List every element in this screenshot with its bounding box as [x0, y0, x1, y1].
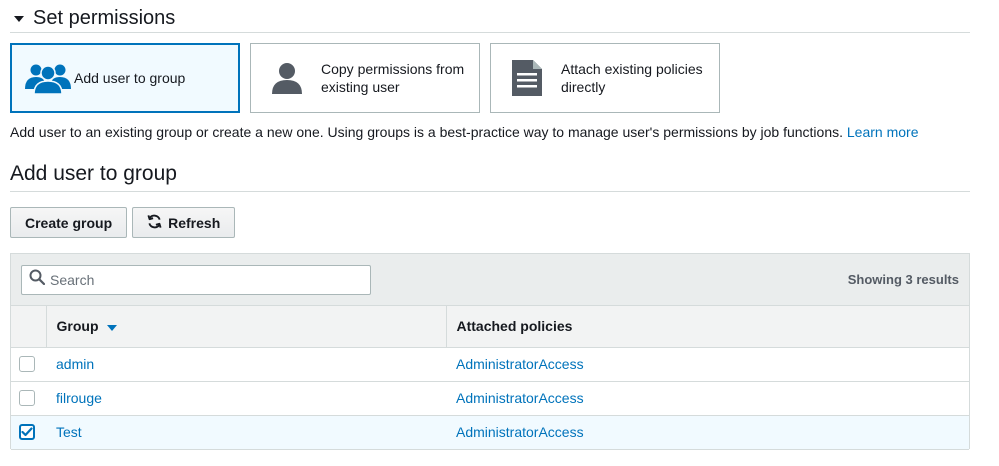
- group-column-label: Group: [56, 318, 99, 335]
- attach-policies-card[interactable]: Attach existing policies directly: [490, 43, 720, 113]
- group-actions: Create group Refresh: [10, 207, 236, 238]
- groups-table-panel: Showing 3 results Group Attached policie…: [10, 253, 970, 449]
- row-checkbox[interactable]: [19, 390, 35, 406]
- row-checkbox[interactable]: [19, 424, 35, 440]
- card-label: Attach existing policies directly: [561, 61, 703, 95]
- caret-down-icon: [14, 16, 24, 22]
- group-link[interactable]: Test: [56, 424, 82, 440]
- add-user-to-group-card[interactable]: Add user to group: [10, 43, 240, 113]
- option-description: Add user to an existing group or create …: [10, 124, 918, 140]
- policy-link[interactable]: AdministratorAccess: [456, 390, 584, 406]
- row-checkbox[interactable]: [19, 356, 35, 372]
- results-count: Showing 3 results: [847, 272, 959, 287]
- create-group-label: Create group: [25, 214, 113, 231]
- card-label: Add user to group: [74, 70, 186, 86]
- users-group-icon: [24, 54, 72, 102]
- table-row[interactable]: Test AdministratorAccess: [11, 415, 969, 449]
- search-input[interactable]: [50, 271, 350, 288]
- learn-more-link[interactable]: Learn more: [847, 124, 919, 140]
- refresh-icon: [147, 214, 162, 232]
- sort-descending-icon[interactable]: [106, 324, 117, 331]
- policy-link[interactable]: AdministratorAccess: [456, 356, 584, 372]
- subsection-title: Add user to group: [10, 162, 177, 185]
- refresh-label: Refresh: [168, 214, 221, 231]
- group-link[interactable]: filrouge: [56, 390, 102, 406]
- policy-link[interactable]: AdministratorAccess: [456, 424, 584, 440]
- groups-table: Group Attached policies admin Administra…: [11, 306, 969, 450]
- card-label: Copy permissions from existing user: [321, 61, 465, 95]
- set-permissions-header[interactable]: Set permissions: [10, 4, 970, 33]
- policies-column-header: Attached policies: [446, 306, 969, 348]
- select-column-header: [11, 306, 47, 348]
- policies-column-label: Attached policies: [456, 318, 573, 335]
- group-column-header[interactable]: Group: [46, 306, 447, 348]
- table-toolbar: Showing 3 results: [11, 254, 969, 306]
- user-icon: [263, 54, 311, 102]
- refresh-button[interactable]: Refresh: [132, 207, 236, 238]
- search-box[interactable]: [21, 264, 371, 295]
- table-row[interactable]: filrouge AdministratorAccess: [11, 381, 969, 415]
- table-row[interactable]: admin AdministratorAccess: [11, 347, 969, 381]
- copy-permissions-card[interactable]: Copy permissions from existing user: [250, 43, 480, 113]
- add-user-to-group-header: Add user to group: [10, 158, 970, 192]
- permission-options: Add user to group Copy permissions from …: [10, 43, 720, 113]
- checkmark-icon: [21, 427, 33, 437]
- create-group-button[interactable]: Create group: [10, 207, 128, 238]
- table-header-row: Group Attached policies: [11, 306, 969, 348]
- description-text: Add user to an existing group or create …: [10, 124, 843, 140]
- section-title: Set permissions: [33, 6, 176, 29]
- search-icon: [29, 269, 46, 290]
- document-icon: [503, 54, 551, 102]
- group-link[interactable]: admin: [56, 356, 94, 372]
